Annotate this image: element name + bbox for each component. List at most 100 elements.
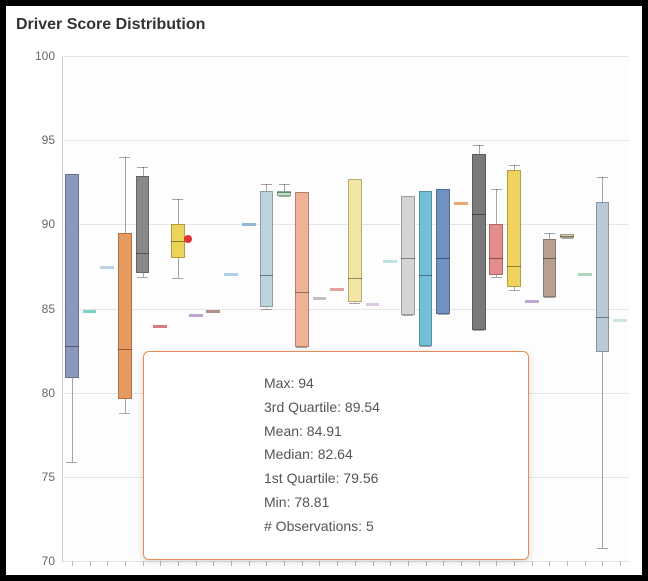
x-tick [390,561,391,566]
whisker-cap [473,330,484,331]
chart-title: Driver Score Distribution [16,16,205,34]
tooltip-value: : 84.91 [299,423,342,439]
x-tick [443,561,444,566]
whisker-cap [66,462,77,463]
box[interactable] [596,202,610,352]
box[interactable] [436,189,450,314]
whisker [125,157,126,233]
whisker [143,167,144,175]
gridline [63,561,629,562]
whisker-cap [137,167,148,168]
x-tick [355,561,356,566]
box-flat[interactable] [242,223,256,226]
median-line [277,192,291,193]
box[interactable] [507,170,521,286]
x-tick [461,561,462,566]
tooltip-value: : 89.54 [337,399,380,415]
box[interactable] [260,191,274,307]
median-line [118,349,132,350]
x-tick [319,561,320,566]
tooltip-value: : 78.81 [287,494,330,510]
box-flat[interactable] [330,288,344,291]
box-flat[interactable] [383,260,397,263]
box-flat[interactable] [525,300,539,303]
x-tick [496,561,497,566]
whisker-cap [509,290,520,291]
whisker-cap [420,346,431,347]
whisker-cap [597,548,608,549]
box-flat[interactable] [366,303,380,306]
x-tick [302,561,303,566]
box[interactable] [348,179,362,302]
y-tick-label: 85 [42,302,55,316]
whisker [496,189,497,224]
box-flat[interactable] [313,297,327,300]
y-tick-label: 90 [42,217,55,231]
whisker-cap [544,233,555,234]
whisker [479,145,480,153]
chart-panel: Driver Score Distribution 70758085909510… [6,6,642,575]
x-tick [602,561,603,566]
whisker-cap [119,413,130,414]
plot-area[interactable]: 707580859095100Max: 943rd Quartile: 89.5… [62,56,629,562]
median-line [348,278,362,279]
x-tick [585,561,586,566]
tooltip-row: Median: 82.64 [264,443,504,467]
whisker-cap [562,238,573,239]
box-flat[interactable] [578,273,592,276]
whisker [266,184,267,191]
box[interactable] [295,192,309,347]
y-tick-label: 100 [35,49,55,63]
x-tick [479,561,480,566]
box-flat[interactable] [206,310,220,313]
whisker-cap [597,177,608,178]
x-tick [160,561,161,566]
x-tick [178,561,179,566]
tooltip-value: : 82.64 [310,446,353,462]
box-flat[interactable] [100,266,114,269]
y-tick-label: 95 [42,133,55,147]
whisker-cap [509,165,520,166]
x-tick [231,561,232,566]
whisker-cap [279,196,290,197]
tooltip-value: : 5 [358,518,374,534]
x-tick [620,561,621,566]
box-flat[interactable] [224,273,238,276]
tooltip-value: : 94 [290,375,313,391]
x-tick [90,561,91,566]
whisker-cap [473,145,484,146]
box[interactable] [401,196,415,316]
tooltip-value: : 79.56 [336,470,379,486]
box[interactable] [543,239,557,296]
whisker [178,199,179,224]
median-line [260,275,274,276]
median-line [472,214,486,215]
box[interactable] [472,154,486,331]
box[interactable] [65,174,79,378]
box-flat[interactable] [189,314,203,317]
y-tick-label: 70 [42,554,55,568]
x-tick [532,561,533,566]
tooltip-label: # Observations [264,518,358,534]
box-flat[interactable] [454,202,468,205]
whisker-cap [296,347,307,348]
box[interactable] [136,176,150,274]
box[interactable] [118,233,132,400]
x-tick [514,561,515,566]
median-line [419,275,433,276]
whisker-cap [491,277,502,278]
median-line [543,258,557,259]
whisker [72,378,73,462]
whisker-cap [544,297,555,298]
y-tick-label: 80 [42,386,55,400]
box[interactable] [419,191,433,346]
x-tick [284,561,285,566]
box-flat[interactable] [613,319,627,322]
box[interactable] [489,224,503,275]
whisker-cap [491,189,502,190]
outlier-point[interactable] [184,235,192,243]
box-flat[interactable] [153,325,167,328]
box-flat[interactable] [83,310,97,313]
tooltip-row: Min: 78.81 [264,491,504,515]
x-tick [567,561,568,566]
